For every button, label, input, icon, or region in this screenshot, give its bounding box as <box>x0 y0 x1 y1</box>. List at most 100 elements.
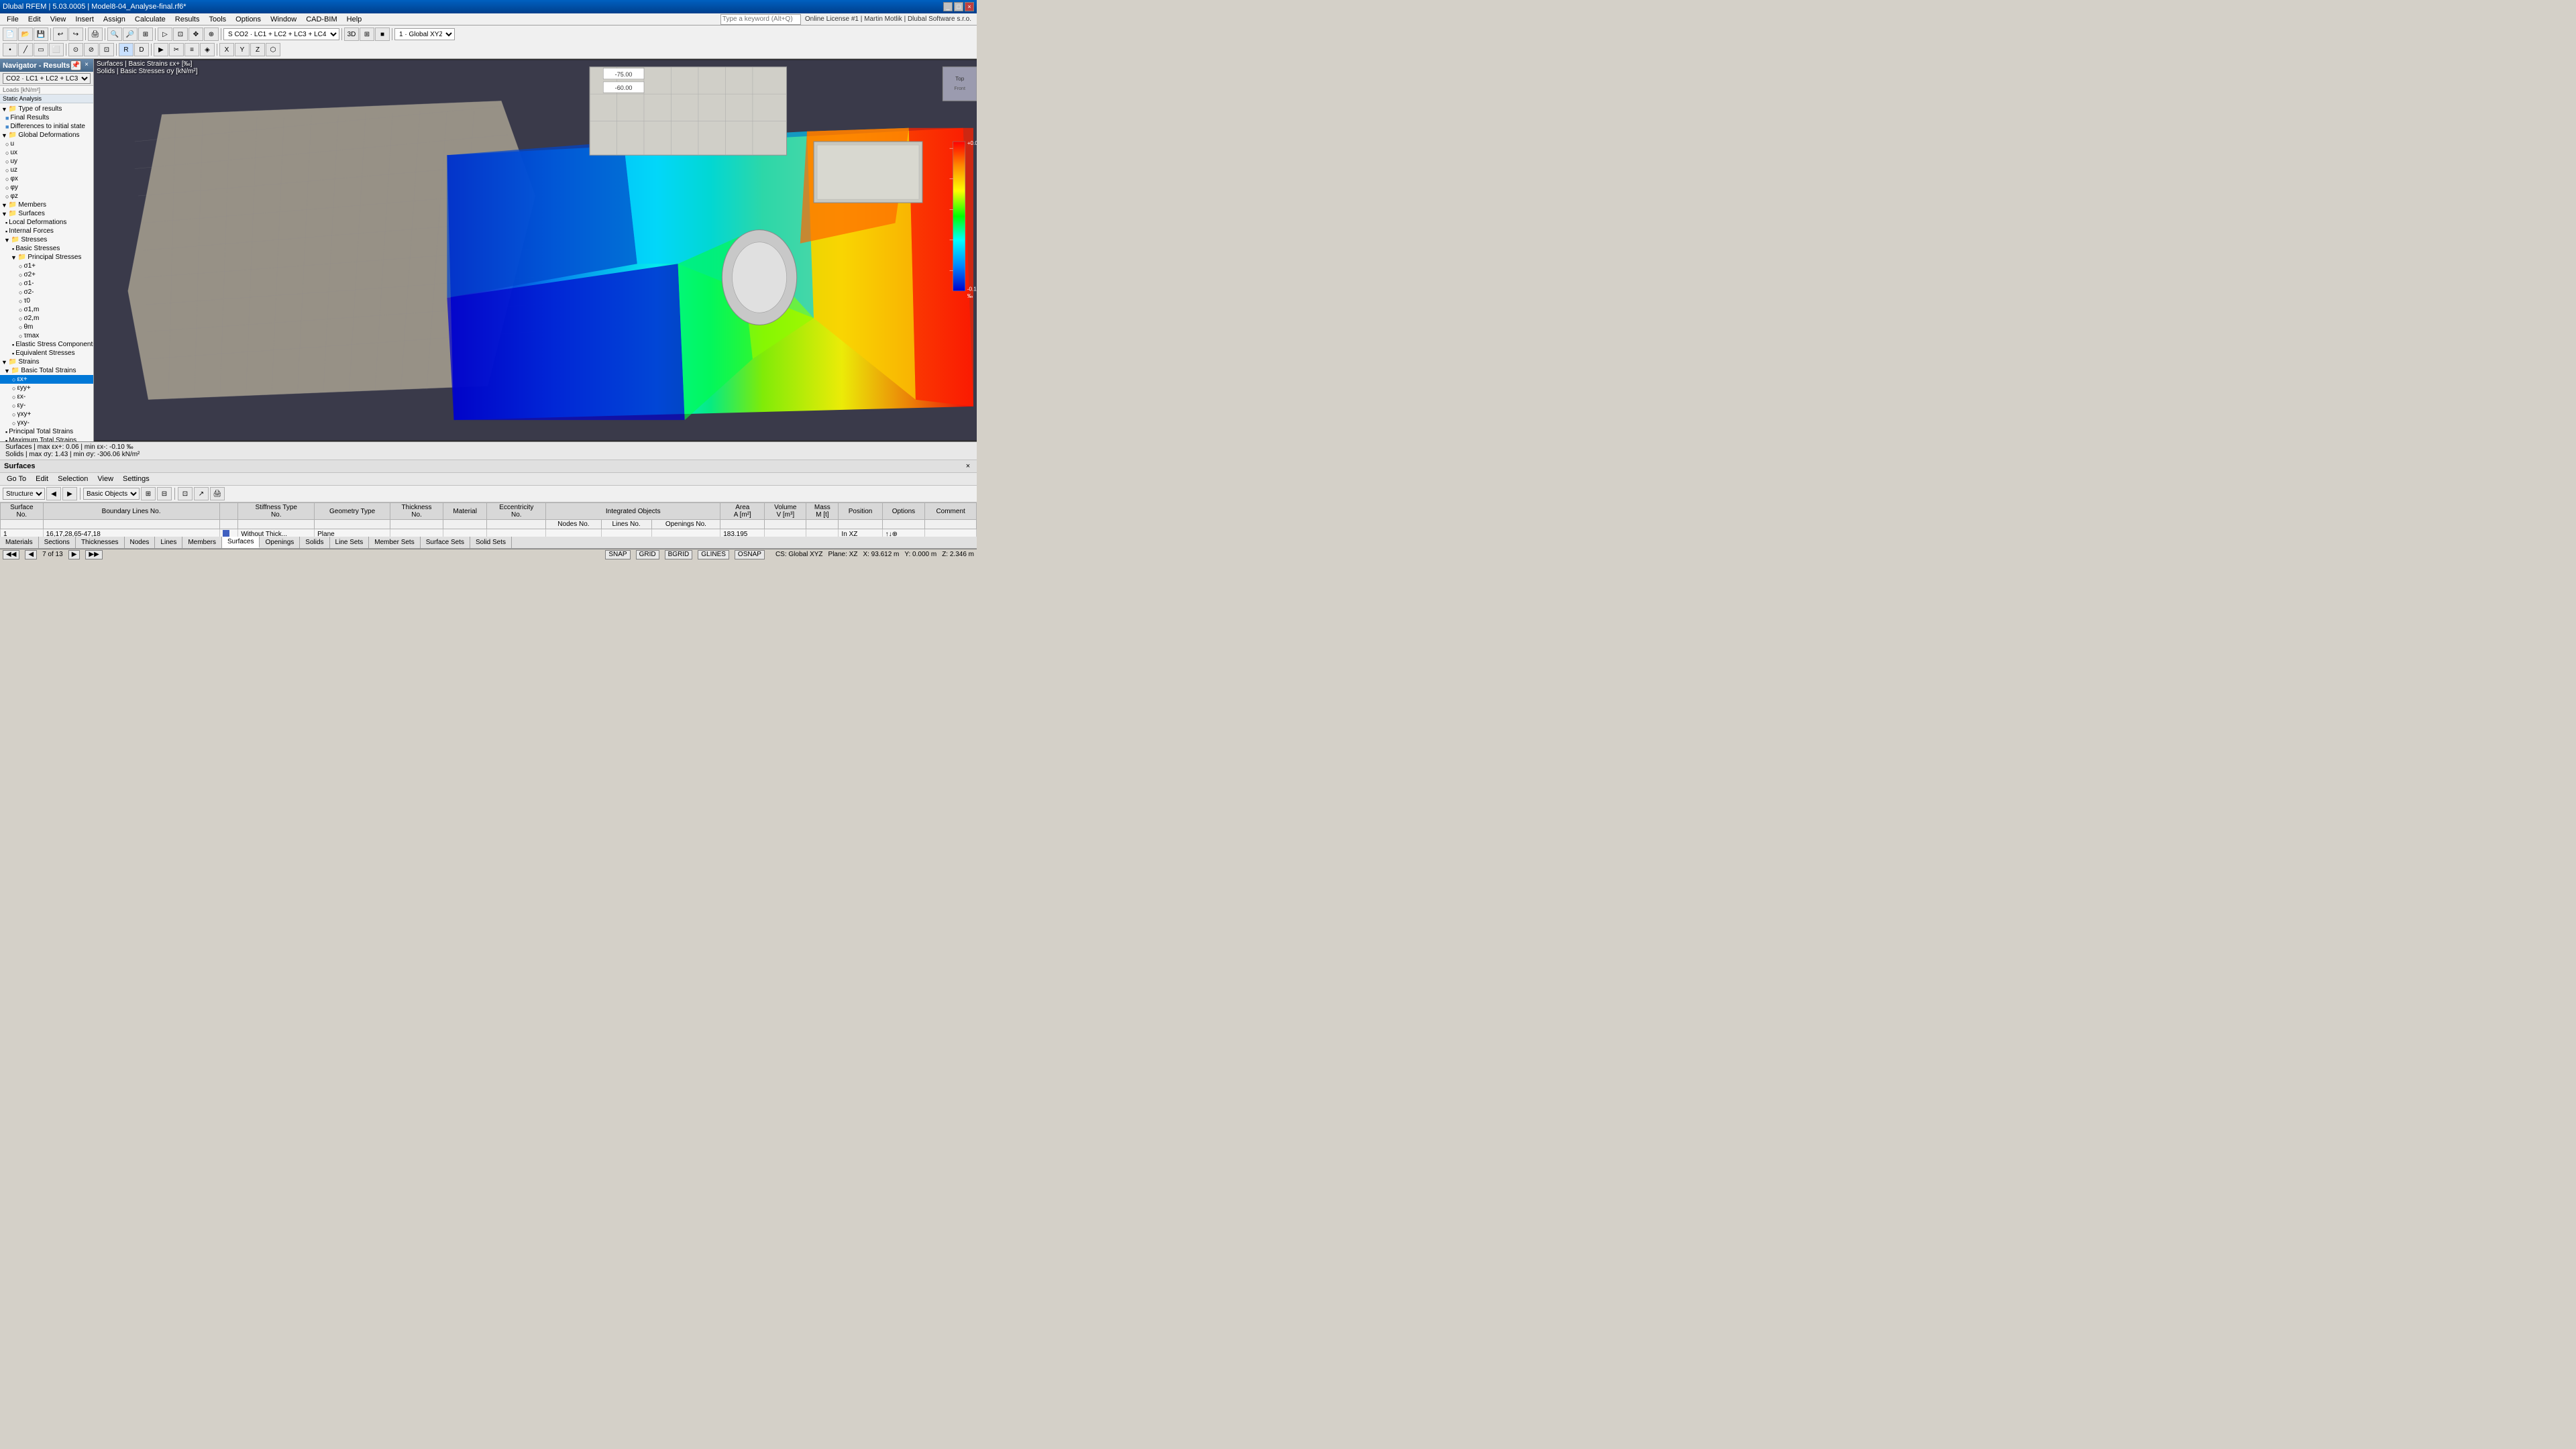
tree-item--yy-[interactable]: ○εyy+ <box>0 384 93 392</box>
nav-first[interactable]: ◀◀ <box>3 550 19 559</box>
view-cube[interactable] <box>943 67 977 101</box>
viewport[interactable]: Surfaces | Basic Strains εx+ [‰] Solids … <box>94 59 977 441</box>
tree-item-basic-total-strains[interactable]: ▼📁Basic Total Strains <box>0 366 93 375</box>
tab-solids[interactable]: Solids <box>300 537 329 548</box>
results-prev[interactable]: ◀ <box>46 487 61 500</box>
results-export[interactable]: ↗ <box>194 487 209 500</box>
tb-snap-line[interactable]: ⊘ <box>84 43 99 56</box>
tree-item--y[interactable]: ○φy <box>0 183 93 192</box>
minimize-button[interactable]: _ <box>943 2 953 11</box>
tab-member-sets[interactable]: Member Sets <box>369 537 420 548</box>
tb-z-view[interactable]: Z <box>250 43 265 56</box>
results-structure-combo[interactable]: Structure <box>3 488 45 500</box>
tab-surfaces[interactable]: Surfaces <box>222 537 260 548</box>
menu-results[interactable]: Results <box>171 15 204 24</box>
menu-insert[interactable]: Insert <box>71 15 98 24</box>
tb-node[interactable]: • <box>3 43 17 56</box>
tree-item-basic-stresses[interactable]: ▪Basic Stresses <box>0 244 93 253</box>
menu-file[interactable]: File <box>3 15 23 24</box>
menu-assign[interactable]: Assign <box>99 15 129 24</box>
tab-members[interactable]: Members <box>182 537 222 548</box>
menu-cad-bim[interactable]: CAD-BIM <box>302 15 341 24</box>
results-expand-all[interactable]: ⊞ <box>141 487 156 500</box>
tree-item--m[interactable]: ○θm <box>0 323 93 331</box>
nav-prev[interactable]: ◀ <box>25 550 37 559</box>
tree-item-uz[interactable]: ○uz <box>0 166 93 174</box>
tab-solid-sets[interactable]: Solid Sets <box>470 537 512 548</box>
tree-item--x-[interactable]: ○εx+ <box>0 375 93 384</box>
window-controls[interactable]: _ □ × <box>943 2 974 11</box>
tab-surface-sets[interactable]: Surface Sets <box>421 537 470 548</box>
tree-item--x[interactable]: ○φx <box>0 174 93 183</box>
tree-item--x-[interactable]: ○εx- <box>0 392 93 401</box>
tree-item--1-[interactable]: ○σ1- <box>0 279 93 288</box>
menu-tools[interactable]: Tools <box>205 15 230 24</box>
tb-3d-view[interactable]: 3D <box>344 28 359 41</box>
nav-co-select[interactable]: CO2 · LC1 + LC2 + LC3 + LC4 <box>3 73 91 84</box>
keyword-search[interactable] <box>720 14 801 25</box>
tree-item-members[interactable]: ▼📁Members <box>0 201 93 209</box>
results-print[interactable]: 🖨 <box>210 487 225 500</box>
maximize-button[interactable]: □ <box>954 2 963 11</box>
results-goto[interactable]: Go To <box>4 474 29 484</box>
tb-select[interactable]: ▷ <box>158 28 172 41</box>
table-row[interactable]: 1 16,17,28,65-47,18 Without Thick... Pla… <box>1 529 977 537</box>
results-basic-objects-combo[interactable]: Basic Objects <box>83 488 140 500</box>
bgrid-btn[interactable]: BGRID <box>665 550 693 559</box>
results-collapse-all[interactable]: ⊟ <box>157 487 172 500</box>
tree-item-global-deformations[interactable]: ▼📁Global Deformations <box>0 131 93 140</box>
tree-item-stresses[interactable]: ▼📁Stresses <box>0 235 93 244</box>
tree-item--1-m[interactable]: ○σ1,m <box>0 305 93 314</box>
results-view[interactable]: View <box>95 474 116 484</box>
tb-surface[interactable]: ▭ <box>34 43 48 56</box>
tree-item-type-of-results[interactable]: ▼📁Type of results <box>0 105 93 113</box>
menu-help[interactable]: Help <box>343 15 366 24</box>
tb-section[interactable]: ✂ <box>169 43 184 56</box>
tree-item-u[interactable]: ○u <box>0 140 93 148</box>
tree-item-strains[interactable]: ▼📁Strains <box>0 358 93 366</box>
tree-item-ux[interactable]: ○ux <box>0 148 93 157</box>
grid-btn[interactable]: GRID <box>636 550 659 559</box>
tree-item-maximum-total-strains[interactable]: ▪Maximum Total Strains <box>0 436 93 441</box>
tb-line[interactable]: ╱ <box>18 43 33 56</box>
tb-iso-view[interactable]: ⬡ <box>266 43 280 56</box>
tb-undo[interactable]: ↩ <box>53 28 68 41</box>
tb-lc-combo[interactable]: S CO2 · LC1 + LC2 + LC3 + LC4 <box>223 28 339 40</box>
tab-openings[interactable]: Openings <box>260 537 300 548</box>
tree-item-elastic-stress-components[interactable]: ▪Elastic Stress Components <box>0 340 93 349</box>
tb-open[interactable]: 📂 <box>18 28 33 41</box>
tb-print[interactable]: 🖨 <box>88 28 103 41</box>
tb-snap-mid[interactable]: ⊡ <box>99 43 114 56</box>
tree-item--2-[interactable]: ○σ2+ <box>0 270 93 279</box>
nav-last[interactable]: ▶▶ <box>85 550 102 559</box>
tab-line-sets[interactable]: Line Sets <box>330 537 370 548</box>
nav-next[interactable]: ▶ <box>68 550 80 559</box>
tb-render[interactable]: ◈ <box>200 43 215 56</box>
tb-save[interactable]: 💾 <box>34 28 48 41</box>
tree-item--z[interactable]: ○φz <box>0 192 93 201</box>
tab-materials[interactable]: Materials <box>0 537 39 548</box>
results-edit[interactable]: Edit <box>33 474 51 484</box>
tree-item-principal-stresses[interactable]: ▼📁Principal Stresses <box>0 253 93 262</box>
tb-move[interactable]: ✥ <box>189 28 203 41</box>
navigator-close[interactable]: × <box>83 60 91 68</box>
tree-item--xy-[interactable]: ○γxy+ <box>0 410 93 419</box>
tb-wire[interactable]: ⊞ <box>360 28 374 41</box>
tb-snap-node[interactable]: ⊙ <box>68 43 83 56</box>
tree-item-uy[interactable]: ○uy <box>0 157 93 166</box>
osnap-btn[interactable]: OSNAP <box>735 550 765 559</box>
snap-btn[interactable]: SNAP <box>605 550 630 559</box>
tb-solid[interactable]: ■ <box>375 28 390 41</box>
tb-x-view[interactable]: X <box>219 43 234 56</box>
glines-btn[interactable]: GLINES <box>698 550 729 559</box>
tree-item--0[interactable]: ○τ0 <box>0 297 93 305</box>
menu-options[interactable]: Options <box>231 15 265 24</box>
tb-new[interactable]: 📄 <box>3 28 17 41</box>
tab-sections[interactable]: Sections <box>39 537 76 548</box>
tab-lines[interactable]: Lines <box>155 537 182 548</box>
tb-redo[interactable]: ↪ <box>68 28 83 41</box>
tab-thicknesses[interactable]: Thicknesses <box>76 537 125 548</box>
tb-isoline[interactable]: ≡ <box>184 43 199 56</box>
tree-item-internal-forces[interactable]: ▪Internal Forces <box>0 227 93 235</box>
tree-item--2-[interactable]: ○σ2- <box>0 288 93 297</box>
